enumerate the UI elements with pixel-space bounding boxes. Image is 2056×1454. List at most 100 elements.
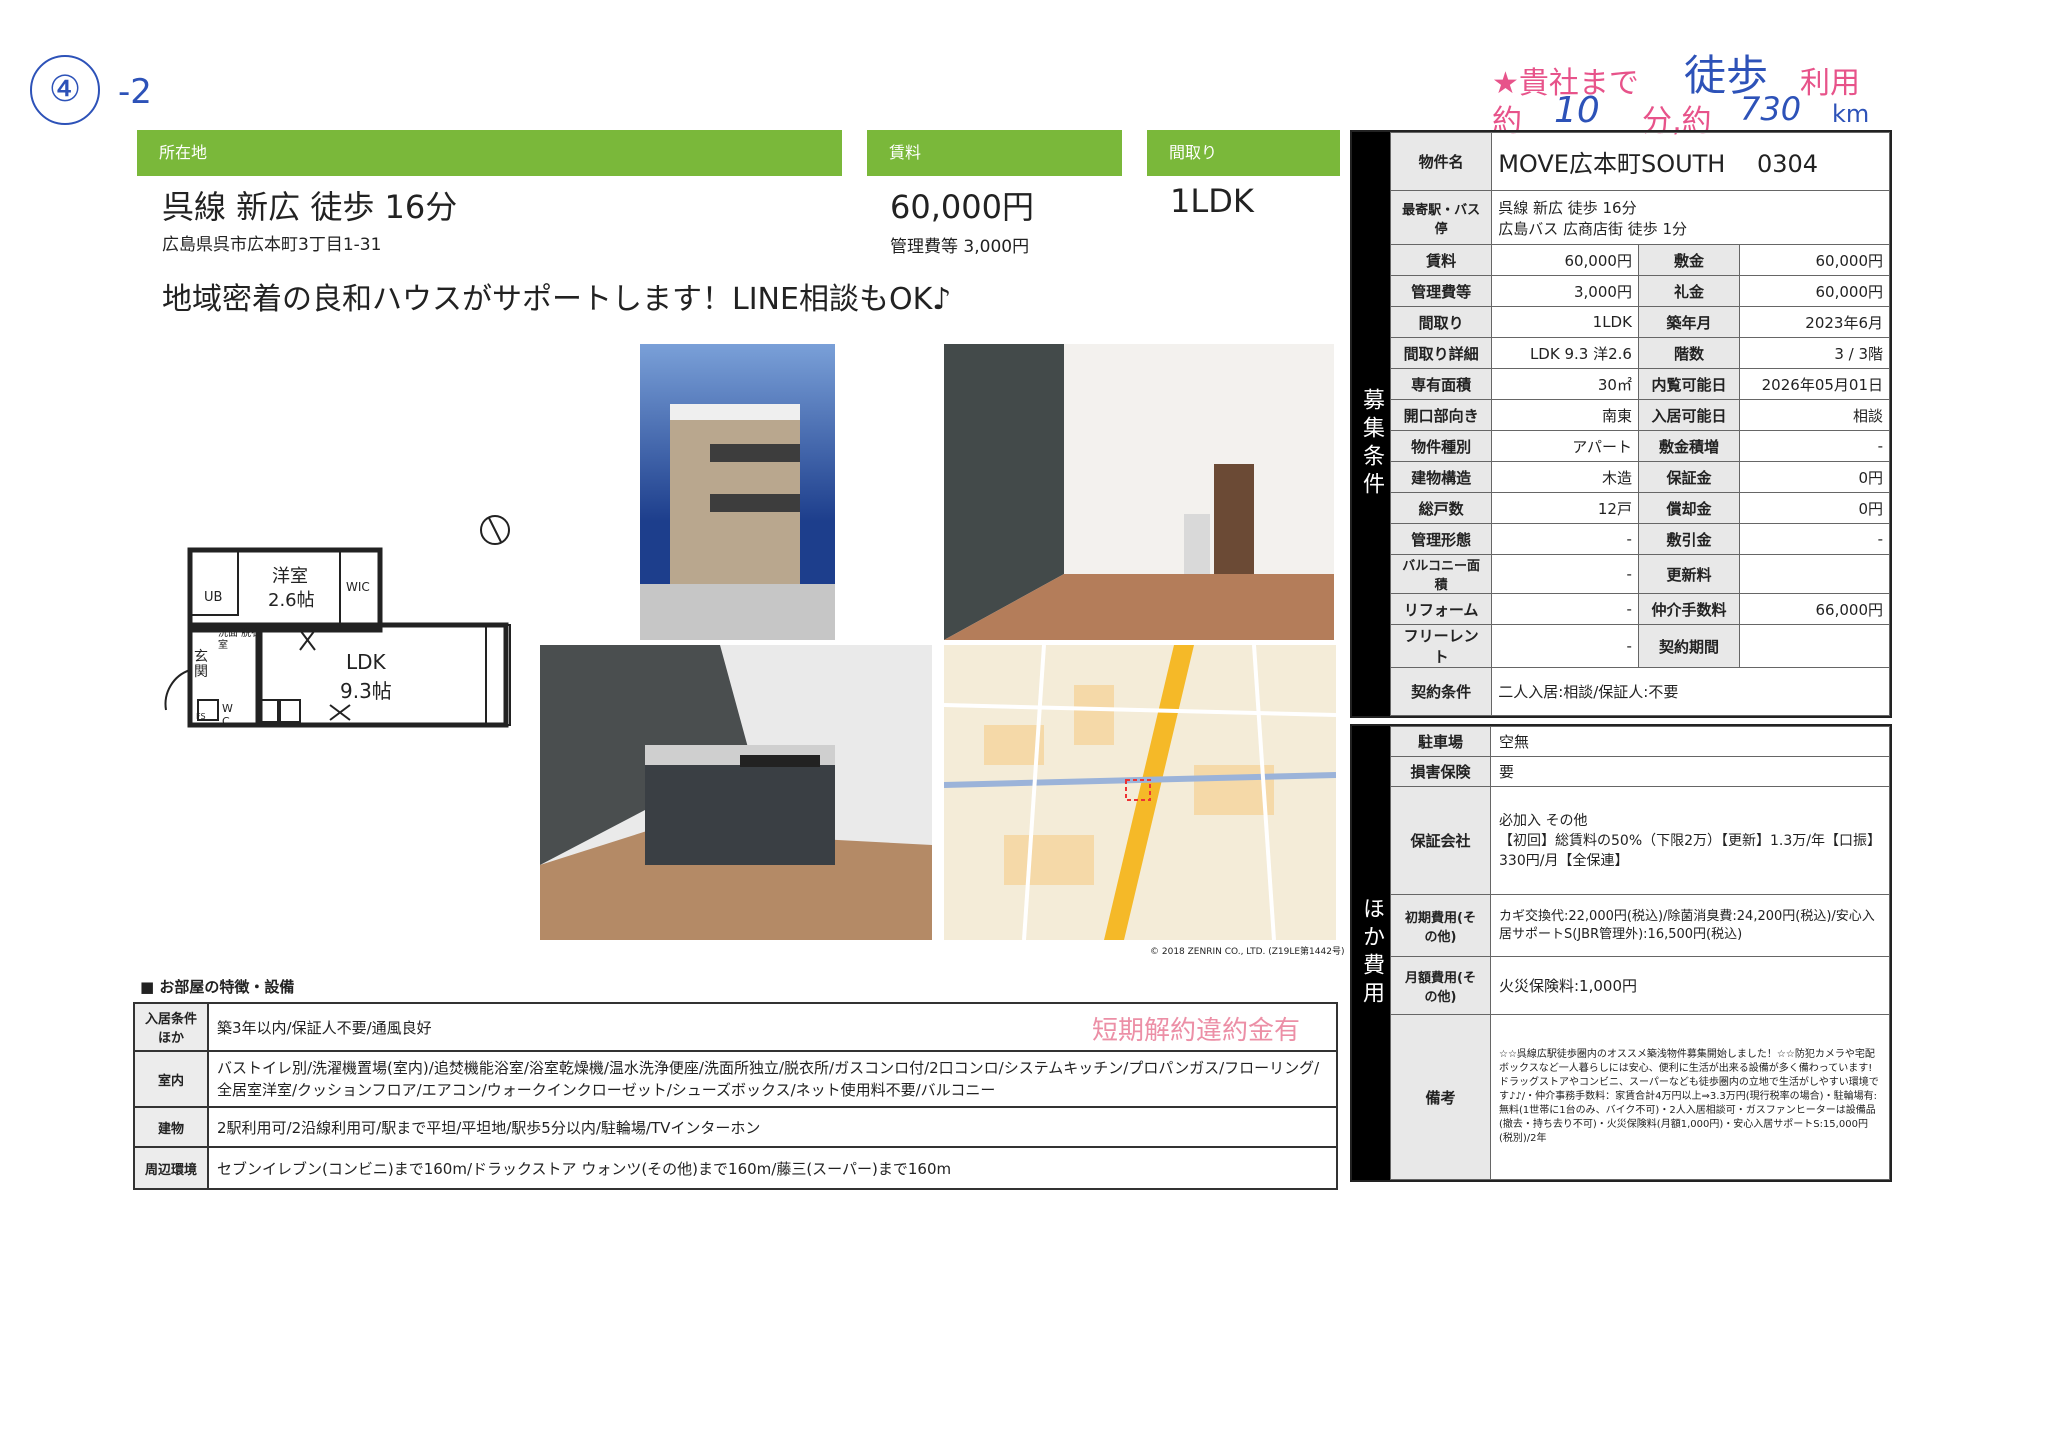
recruit-label: 仲介手数料 [1637,593,1741,625]
room-wic: WIC [346,580,370,594]
recruit-label: 礼金 [1637,275,1741,307]
room-ldk: LDK [346,650,386,674]
floorplan: 洋室 2.6帖 WIC UB 洗面 脱衣室 玄関 LDK 9.3帖 W C FS [150,500,530,740]
recruit-row: 開口部向き 南東 入居可能日 相談 [1389,399,1890,431]
recruit-side-label: 募集条件 [1352,132,1390,716]
address: 広島県呉市広本町3丁目1-31 [162,235,382,255]
recruit-label: 物件種別 [1389,430,1493,462]
other-costs-table: 駐車場 空無 損害保険要 保証会社 必加入 その他 【初回】総賃料の50%（下限2万… [1390,726,1890,1180]
recruit-value: 2023年6月 [1739,306,1890,338]
features-value: 築3年以内/保証人不要/通風良好 [207,1002,1338,1052]
room-western: 洋室 [272,566,308,587]
recruit-label: 開口部向き [1389,399,1493,431]
station-line-1: 呉線 新広 徒歩 16分 [1498,198,1637,217]
station-line-2: 広島バス 広商店街 徒歩 1分 [1498,219,1688,238]
features-title: ■ お部屋の特徴・設備 [140,978,295,996]
room-fs: FS [196,712,206,721]
other-costs-panel: ほか費用 駐車場 空無 損害保険要 保証会社 必加入 その他 【初回】総賃料の50%… [1350,724,1892,1182]
recruit-label: 敷引金 [1637,523,1741,555]
initial-cost-value: カギ交換代:22,000円(税込)/除菌消臭費:24,200円(税込)/安心入居… [1490,894,1890,957]
recruit-label: 償却金 [1637,492,1741,524]
location-line: 呉線 新広 徒歩 16分 [162,188,458,226]
contract-label: 契約条件 [1389,667,1493,716]
station-label: 最寄駅・バス停 [1389,190,1493,245]
handwritten-circled-ref: ④ [30,55,100,125]
features-label: 室内 [133,1050,209,1108]
recruit-label: 賃料 [1389,244,1493,276]
kitchen-photo [540,645,932,940]
recruit-row: 間取り詳細 LDK 9.3 洋2.6 階数 3 / 3階 [1389,337,1890,369]
floorplan-drawing [164,515,511,728]
features-table: 入居条件ほか 築3年以内/保証人不要/通風良好 室内 バストイレ別/洗濯機置場(室内… [133,1002,1338,1190]
recruit-value: - [1739,523,1890,555]
recruit-value: - [1491,554,1639,594]
recruit-label: 契約期間 [1637,624,1741,668]
recruit-value: 0円 [1739,461,1890,493]
monthly-cost-value: 火災保険料:1,000円 [1490,956,1890,1015]
recruit-label: 敷金 [1637,244,1741,276]
rent-header: 賃料 [867,130,1122,176]
recruit-value: - [1739,430,1890,462]
monthly-cost-label: 月額費用(その他) [1390,956,1491,1015]
guarantor-label: 保証会社 [1390,786,1491,895]
features-row: 室内 バストイレ別/洗濯機置場(室内)/追焚機能浴室/浴室乾燥機/温水洗浄便座/洗… [133,1050,1338,1108]
recruit-row: 賃料 60,000円 敷金 60,000円 [1389,244,1890,276]
room-ub: UB [204,590,223,605]
recruit-label: 建物構造 [1389,461,1493,493]
recruit-value: 南東 [1491,399,1639,431]
exterior-photo [640,344,835,640]
room-wc: W C [222,702,233,728]
rent-value: 60,000円 [890,188,1034,226]
insurance-label: 損害保険 [1390,756,1491,787]
property-name-label: 物件名 [1389,132,1493,191]
features-row: 入居条件ほか 築3年以内/保証人不要/通風良好 [133,1002,1338,1052]
recruit-value: 0円 [1739,492,1890,524]
stamp-walk-time: ★貴社まで 徒歩 利用 約 10 分,約 730 km [1492,42,1892,139]
features-value: 2駅利用可/2沿線利用可/駅まで平坦/平坦地/駅歩5分以内/駐輪場/TVインター… [207,1106,1338,1148]
contract-value: 二人入居:相談/保証人:不要 [1491,667,1890,716]
notes-label: 備考 [1390,1014,1491,1180]
recruit-label: 更新料 [1637,554,1741,594]
features-label: 建物 [133,1106,209,1148]
features-row: 建物 2駅利用可/2沿線利用可/駅まで平坦/平坦地/駅歩5分以内/駐輪場/TVイン… [133,1106,1338,1148]
recruit-value: - [1491,593,1639,625]
room-washroom: 洗面 脱衣室 [218,628,262,651]
recruit-row: 管理費等 3,000円 礼金 60,000円 [1389,275,1890,307]
recruit-value [1739,554,1890,594]
recruit-value: アパート [1491,430,1639,462]
catchcopy: 地域密着の良和ハウスがサポートします！LINE相談もOK♪ [162,282,952,317]
handwritten-distance-unit: km [1832,100,1870,128]
recruit-label: バルコニー面積 [1389,554,1493,594]
recruit-row: リフォーム - 仲介手数料 66,000円 [1389,593,1890,625]
layout-header: 間取り [1147,130,1340,176]
recruit-label: 間取り詳細 [1389,337,1493,369]
recruit-row: 建物構造 木造 保証金 0円 [1389,461,1890,493]
living-room-photo [944,344,1334,640]
layout-value: 1LDK [1170,182,1254,220]
recruit-value: 12戸 [1491,492,1639,524]
recruit-value: 3 / 3階 [1739,337,1890,369]
notes-value: ☆☆呉線広駅徒歩圏内のオススメ築浅物件募集開始しました！☆☆防犯カメラや宅配ボッ… [1490,1014,1890,1180]
stamp-use: 利用 [1800,66,1860,101]
insurance-value: 要 [1490,756,1890,787]
recruit-value: 1LDK [1491,306,1639,338]
recruit-label: 管理費等 [1389,275,1493,307]
parking-label: 駐車場 [1390,726,1491,757]
handwritten-ref-suffix: -2 [118,72,152,112]
recruit-label: 保証金 [1637,461,1741,493]
recruit-label: 敷金積増 [1637,430,1741,462]
recruit-value: 60,000円 [1739,244,1890,276]
recruit-row: フリーレント - 契約期間 [1389,624,1890,668]
recruit-value: - [1491,624,1639,668]
recruit-label: 管理形態 [1389,523,1493,555]
area-map [944,645,1336,940]
recruit-label: 専有面積 [1389,368,1493,400]
recruit-value: 相談 [1739,399,1890,431]
recruit-value: 60,000円 [1739,275,1890,307]
parking-value: 空無 [1490,726,1890,757]
features-label: 入居条件ほか [133,1002,209,1052]
recruit-label: リフォーム [1389,593,1493,625]
location-header: 所在地 [137,130,842,176]
map-copyright: © 2018 ZENRIN CO., LTD. (Z19LE第1442号) [1150,947,1345,957]
features-label: 周辺環境 [133,1146,209,1190]
